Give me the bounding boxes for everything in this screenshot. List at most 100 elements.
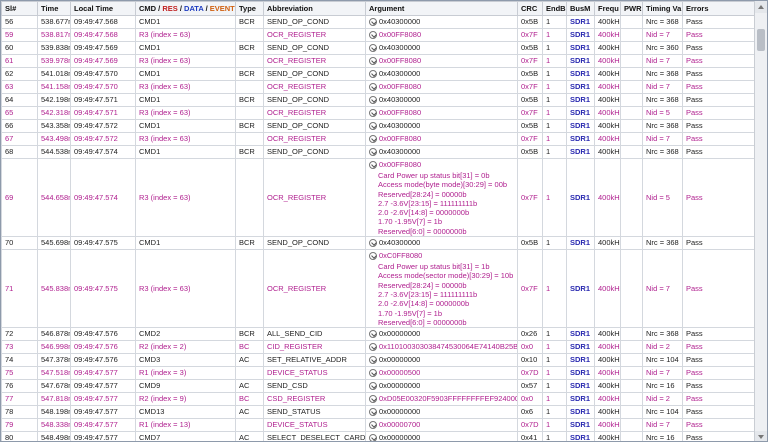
expand-chevron-icon[interactable] <box>369 382 377 391</box>
row-argument[interactable]: 0x00FF8080 <box>365 106 518 120</box>
row-argument[interactable]: 0x40300000 <box>365 41 518 55</box>
col-time[interactable]: Time <box>37 1 71 16</box>
expand-chevron-icon[interactable] <box>369 395 377 404</box>
table-row[interactable]: 77547.818m09:49:47.577R2 (index = 9)BCCS… <box>1 392 756 407</box>
col-timing[interactable]: Timing Va <box>642 1 683 16</box>
expand-chevron-icon[interactable] <box>369 109 377 118</box>
table-row[interactable]: 79548.338m09:49:47.577R1 (index = 13) DEV… <box>1 418 756 433</box>
row-endb: 1 <box>542 392 567 407</box>
col-endb[interactable]: EndB <box>542 1 567 16</box>
expand-chevron-icon[interactable] <box>369 135 377 144</box>
row-argument[interactable]: 0x00000000 <box>365 431 518 441</box>
row-argument[interactable]: 0x00FF8080 <box>365 28 518 42</box>
expand-chevron-icon[interactable] <box>369 148 377 157</box>
row-argument[interactable]: 0x00FF8080 Card Power up status bit[31] =… <box>365 157 518 238</box>
expand-chevron-icon[interactable] <box>369 18 377 27</box>
row-abbreviation: OCR_REGISTER <box>263 106 366 120</box>
table-row[interactable]: 78548.198m09:49:47.577CMD13ACSEND_STATUS… <box>1 405 756 420</box>
row-sl: 68 <box>1 145 38 159</box>
expand-chevron-icon[interactable] <box>369 343 377 352</box>
table-row[interactable]: 66543.358m09:49:47.572CMD1BCRSEND_OP_CON… <box>1 119 756 133</box>
row-argument[interactable]: 0xD05E00320F5903FFFFFFFFEF924000D3 <box>365 392 518 407</box>
expand-chevron-icon[interactable] <box>369 122 377 131</box>
scroll-up-arrow-icon[interactable] <box>755 1 767 13</box>
expand-chevron-icon[interactable] <box>369 161 377 170</box>
col-frequency[interactable]: Frequ <box>594 1 621 16</box>
row-argument[interactable]: 0x00FF8080 <box>365 80 518 94</box>
table-row[interactable]: 71545.838m09:49:47.575R3 (index = 63) OCR… <box>1 249 756 329</box>
col-argument[interactable]: Argument <box>365 1 518 16</box>
expand-chevron-icon[interactable] <box>369 434 377 441</box>
row-argument[interactable]: 0x00FF8080 <box>365 54 518 68</box>
argument-detail-line: Reserved[28:24] = 00000b <box>378 280 467 290</box>
expand-chevron-icon[interactable] <box>369 356 377 365</box>
col-abbreviation[interactable]: Abbreviation <box>263 1 366 16</box>
table-row[interactable]: 62541.018m09:49:47.570CMD1BCRSEND_OP_CON… <box>1 67 756 81</box>
row-errors: Pass <box>682 157 756 238</box>
expand-chevron-icon[interactable] <box>369 369 377 378</box>
table-row[interactable]: 69544.658m09:49:47.574R3 (index = 63) OCR… <box>1 157 756 238</box>
row-endb: 1 <box>542 28 567 42</box>
row-argument[interactable]: 0x40300000 <box>365 119 518 133</box>
expand-chevron-icon[interactable] <box>369 31 377 40</box>
expand-chevron-icon[interactable] <box>369 83 377 92</box>
row-argument[interactable]: 0x00FF8080 <box>365 132 518 146</box>
col-busmode[interactable]: BusM <box>566 1 595 16</box>
row-argument[interactable]: 0x00000500 <box>365 366 518 381</box>
row-argument[interactable]: 0x00000000 <box>365 327 518 342</box>
expand-chevron-icon[interactable] <box>369 96 377 105</box>
expand-chevron-icon[interactable] <box>369 408 377 417</box>
table-row[interactable]: 63541.158m09:49:47.570R3 (index = 63) OCR… <box>1 80 756 94</box>
vertical-scrollbar[interactable] <box>754 1 767 441</box>
table-row[interactable]: 80548.498m09:49:47.577CMD7ACSELECT_DESEL… <box>1 431 756 441</box>
table-row[interactable]: 59538.817m09:49:47.568R3 (index = 63) OCR… <box>1 28 756 42</box>
row-endb: 1 <box>542 80 567 94</box>
table-row[interactable]: 68544.538m09:49:47.574CMD1BCRSEND_OP_CON… <box>1 145 756 159</box>
row-argument[interactable]: 0x40300000 <box>365 145 518 159</box>
row-argument[interactable]: 0x00000700 <box>365 418 518 433</box>
col-type[interactable]: Type <box>235 1 264 16</box>
table-row[interactable]: 56538.677m09:49:47.568CMD1BCRSEND_OP_CON… <box>1 15 756 29</box>
col-local-time[interactable]: Local Time <box>70 1 136 16</box>
row-frequency: 400kHz - <box>594 392 621 407</box>
row-argument[interactable]: 0x00000000 <box>365 405 518 420</box>
row-argument[interactable]: 0x00000000 <box>365 379 518 394</box>
col-crc[interactable]: CRC <box>517 1 543 16</box>
row-argument[interactable]: 0x110100303038474530064E74140B25B <box>365 340 518 355</box>
table-row[interactable]: 73546.998m09:49:47.576R2 (index = 2)BCCI… <box>1 340 756 355</box>
table-row[interactable]: 72546.878m09:49:47.576CMD2BCRALL_SEND_CI… <box>1 327 756 342</box>
expand-chevron-icon[interactable] <box>369 70 377 79</box>
row-argument[interactable]: 0x40300000 <box>365 15 518 29</box>
table-row[interactable]: 64542.198m09:49:47.571CMD1BCRSEND_OP_CON… <box>1 93 756 107</box>
row-endb: 1 <box>542 418 567 433</box>
table-row[interactable]: 75547.518m09:49:47.577R1 (index = 3) DEVI… <box>1 366 756 381</box>
row-argument[interactable]: 0x40300000 <box>365 93 518 107</box>
table-row[interactable]: 74547.378m09:49:47.576CMD3ACSET_RELATIVE… <box>1 353 756 368</box>
col-sl[interactable]: Sl# <box>1 1 38 16</box>
row-errors: Pass <box>682 106 756 120</box>
table-row[interactable]: 61539.978m09:49:47.569R3 (index = 63) OCR… <box>1 54 756 68</box>
expand-chevron-icon[interactable] <box>369 421 377 430</box>
expand-chevron-icon[interactable] <box>369 44 377 53</box>
scroll-thumb[interactable] <box>757 29 765 51</box>
expand-chevron-icon[interactable] <box>369 330 377 339</box>
row-timing: Nid = 7 <box>642 28 683 42</box>
scroll-down-arrow-icon[interactable] <box>755 431 767 441</box>
argument-detail-line: 2.0 -2.6V[14:8] = 0000000b <box>378 299 470 309</box>
row-argument[interactable]: 0x40300000 <box>365 67 518 81</box>
row-argument[interactable]: 0x40300000 <box>365 236 518 251</box>
row-argument[interactable]: 0xC0FF8080 Card Power up status bit[31] =… <box>365 249 518 329</box>
row-local-time: 09:49:47.575 <box>70 236 136 251</box>
table-row[interactable]: 70545.698m09:49:47.575CMD1BCRSEND_OP_CON… <box>1 236 756 251</box>
table-row[interactable]: 76547.678m09:49:47.577CMD9ACSEND_CSD 0x00… <box>1 379 756 394</box>
table-row[interactable]: 65542.318m09:49:47.571R3 (index = 63) OCR… <box>1 106 756 120</box>
expand-chevron-icon[interactable] <box>369 57 377 66</box>
expand-chevron-icon[interactable] <box>369 239 377 248</box>
table-row[interactable]: 60539.838m09:49:47.569CMD1BCRSEND_OP_CON… <box>1 41 756 55</box>
expand-chevron-icon[interactable] <box>369 252 377 261</box>
col-errors[interactable]: Errors <box>682 1 756 16</box>
row-argument[interactable]: 0x00000000 <box>365 353 518 368</box>
col-cmd-res-data-event[interactable]: CMD / RES / DATA / EVENT <box>135 1 236 16</box>
table-row[interactable]: 67543.498m09:49:47.572R3 (index = 63) OCR… <box>1 132 756 146</box>
col-pwr[interactable]: PWR <box>620 1 643 16</box>
